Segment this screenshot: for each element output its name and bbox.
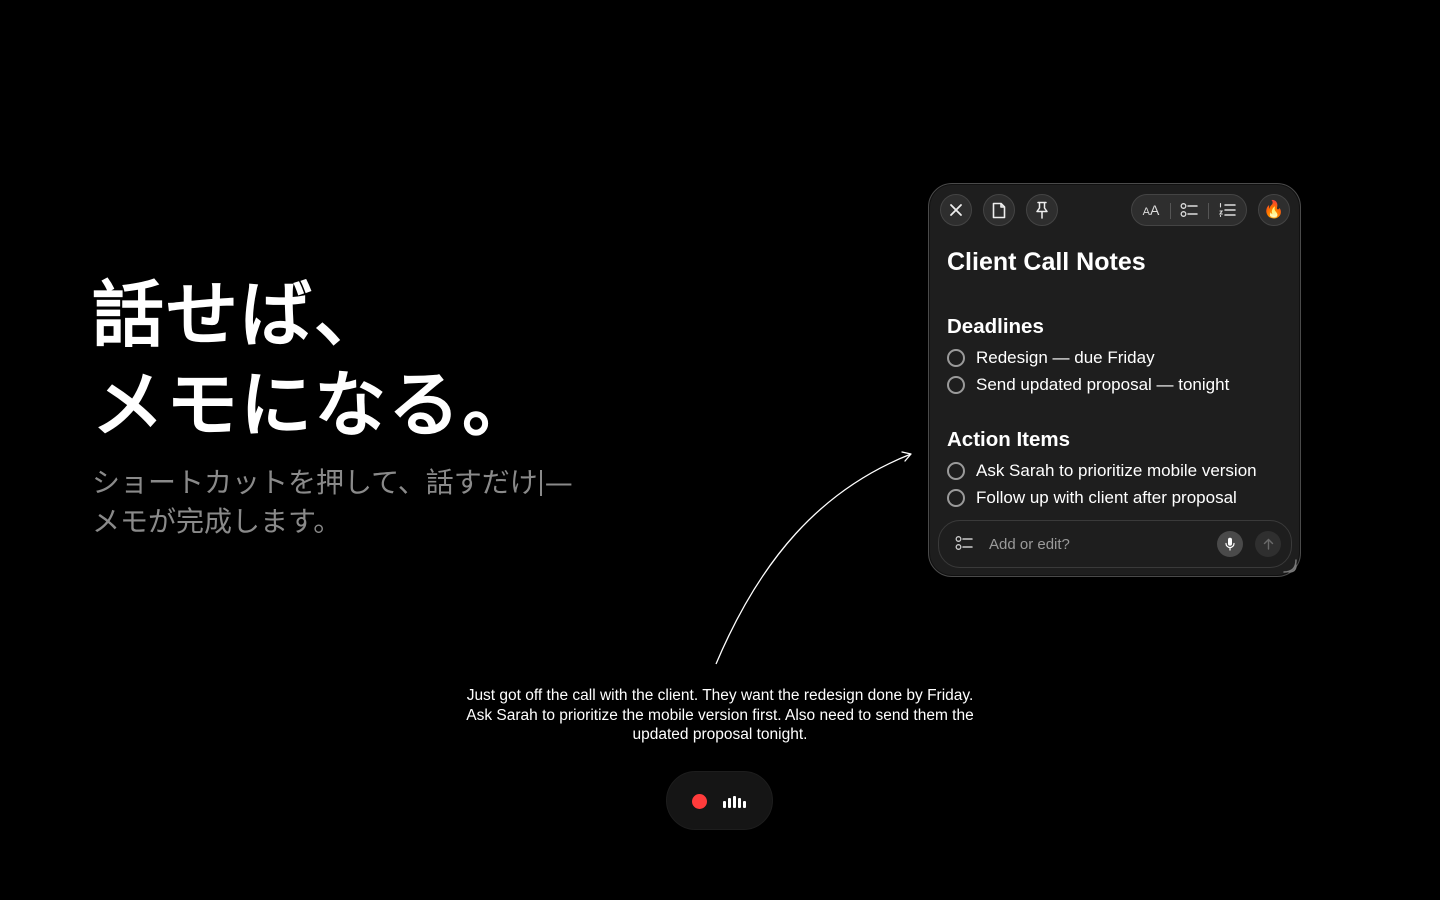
todo-item-text: Ask Sarah to prioritize mobile version: [976, 461, 1257, 480]
todo-item: Ask Sarah to prioritize mobile version: [947, 459, 1257, 483]
waveform-bar: [733, 796, 736, 808]
todo-item-text: Send updated proposal — tonight: [976, 375, 1230, 394]
arrow-up-icon: [1263, 538, 1273, 550]
hero-subtitle: ショートカットを押して、話すだけ — メモが完成します。: [92, 463, 652, 541]
numbered-list-icon: [1218, 202, 1236, 218]
checkbox[interactable]: [947, 489, 965, 507]
voice-transcript: Just got off the call with the client. T…: [466, 687, 974, 743]
text-size-icon: AA: [1143, 202, 1160, 218]
add-or-edit-input[interactable]: [989, 533, 1189, 555]
checklist-icon: [955, 536, 973, 550]
checkbox[interactable]: [947, 376, 965, 394]
waveform-bar: [743, 801, 746, 808]
record-indicator-icon: [692, 794, 707, 809]
microphone-button[interactable]: [1217, 531, 1243, 557]
numbered-list-button[interactable]: [1208, 195, 1246, 225]
todo-item-text: Follow up with client after proposal: [976, 488, 1237, 507]
hero-subtitle-dash: —: [544, 466, 573, 499]
waveform-bar: [738, 798, 741, 808]
hero-title-line-1: 話せば、: [92, 273, 389, 357]
hero-title-line-2: メモになる。: [92, 363, 537, 447]
checkbox[interactable]: [947, 349, 965, 367]
hero-title: 話せば、 メモになる。: [92, 270, 612, 450]
section-heading-action-items: Action Items: [947, 428, 1071, 451]
document-button[interactable]: [983, 194, 1015, 226]
todo-item-text: Redesign — due Friday: [976, 348, 1155, 367]
section-heading-deadlines: Deadlines: [947, 315, 1044, 338]
document-icon: [992, 202, 1006, 218]
todo-item: Redesign — due Friday: [947, 346, 1155, 370]
hero-subtitle-line-1-text: ショートカットを押して、話すだけ: [92, 466, 538, 499]
waveform-icon: [723, 796, 749, 808]
close-icon: [950, 204, 962, 216]
waveform-bar: [728, 798, 731, 808]
flame-icon: 🔥: [1263, 199, 1285, 220]
microphone-icon: [1225, 537, 1235, 551]
resize-handle-icon[interactable]: [1276, 552, 1298, 574]
formatting-toolbar: AA: [1131, 194, 1247, 226]
note-window: AA 🔥 Client Call Notes Deadlines Redesig…: [928, 183, 1301, 577]
recording-pill[interactable]: [666, 771, 773, 830]
waveform-bar: [723, 801, 726, 808]
todo-item: Follow up with client after proposal: [947, 486, 1237, 510]
checklist-icon: [1180, 203, 1198, 217]
checkbox[interactable]: [947, 462, 965, 480]
text-caret: [539, 470, 542, 496]
note-input-bar: [938, 520, 1292, 568]
pin-button[interactable]: [1026, 194, 1058, 226]
checklist-toggle-button[interactable]: [955, 535, 973, 555]
close-button[interactable]: [940, 194, 972, 226]
text-size-small-label: A: [1142, 206, 1150, 218]
checklist-button[interactable]: [1170, 195, 1208, 225]
todo-item: Send updated proposal — tonight: [947, 373, 1229, 397]
text-size-large-label: A: [1150, 202, 1160, 218]
hero-subtitle-line-2: メモが完成します。: [92, 505, 342, 538]
flame-button[interactable]: 🔥: [1258, 194, 1290, 226]
hero-subtitle-line-1: ショートカットを押して、話すだけ —: [92, 463, 652, 502]
pin-icon: [1036, 201, 1048, 219]
text-size-button[interactable]: AA: [1132, 195, 1170, 225]
note-title: Client Call Notes: [947, 248, 1146, 276]
